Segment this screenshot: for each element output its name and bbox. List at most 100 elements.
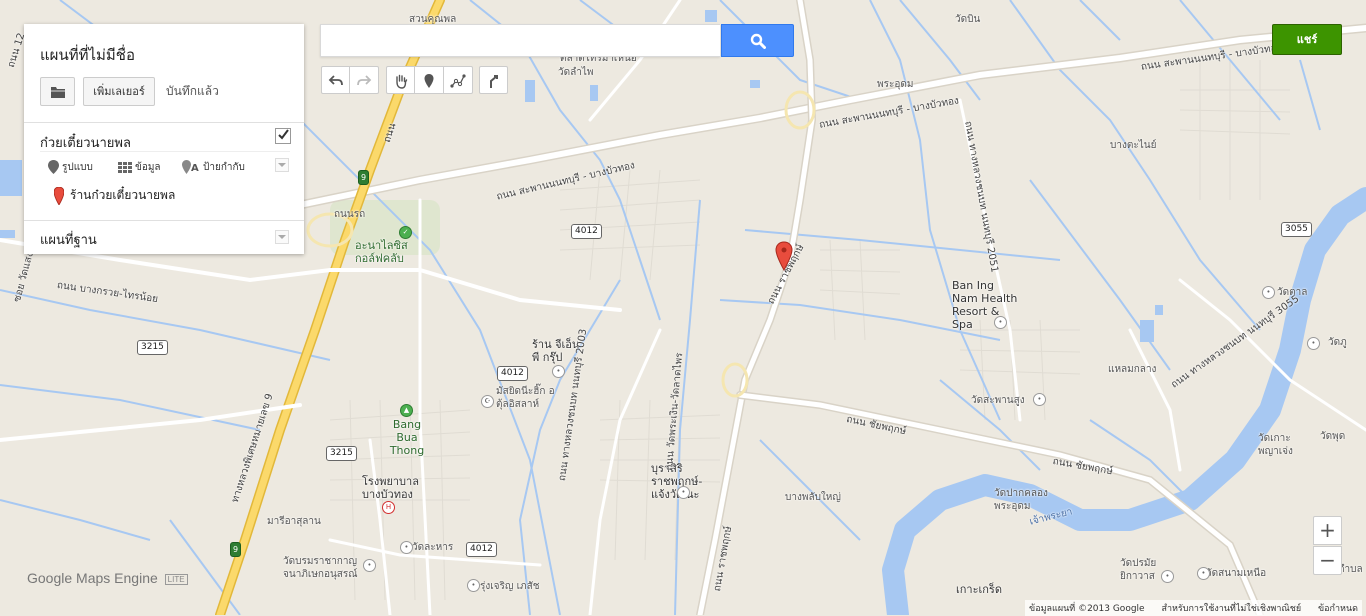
- noncommercial-link[interactable]: สำหรับการใช้งานที่ไม่ใช่เชิงพาณิชย์: [1161, 604, 1301, 614]
- label-wat-bor: วัดบรมราชากาญ จนาภิเษกอนุสรณ์: [283, 556, 358, 580]
- search-button[interactable]: [721, 24, 794, 57]
- add-layer-button[interactable]: เพิ่มเลเยอร์: [83, 77, 155, 106]
- attribution-bar: ข้อมูลแผนที่ ©2013 Google สำหรับการใช้งา…: [1025, 600, 1362, 616]
- label-wat-bin: วัดบิน: [955, 14, 981, 25]
- product-name: Maps Engine: [76, 570, 158, 586]
- temple-poi-icon: •: [1033, 393, 1046, 406]
- label-khlong: แหลมกลาง: [1108, 364, 1157, 375]
- temple-poi-icon: •: [1307, 337, 1320, 350]
- label-bang-phlap: บางพลับใหญ่: [785, 492, 841, 503]
- undo-icon: [328, 75, 343, 86]
- label-bang-bua-thong: Bang Bua Thong: [389, 418, 425, 457]
- hand-icon: [396, 74, 408, 89]
- temple-poi-icon: •: [1262, 286, 1275, 299]
- label-ban-ing: Ban Ing Nam Health Resort & Spa: [952, 279, 1018, 331]
- label-bang-tanai: บางตะไนย์: [1110, 140, 1157, 151]
- label-alai-golf: อะนาไลซิส กอล์ฟคลับ: [355, 239, 408, 265]
- park-poi-icon: ▲: [400, 404, 413, 417]
- basemap-dropdown[interactable]: [275, 230, 289, 244]
- label-wat-lahan: วัดละหาร: [412, 542, 454, 553]
- shield-9-b: 9: [230, 542, 242, 557]
- location-marker-icon[interactable]: [775, 241, 793, 271]
- shield-3215-b: 3215: [326, 446, 357, 461]
- layer-visibility-checkbox[interactable]: [275, 128, 291, 144]
- label-rung-charoen: รุ่งเจริญ เภสัช: [480, 581, 540, 592]
- label-pin-icon: A: [182, 160, 199, 174]
- directions-button[interactable]: [479, 66, 508, 94]
- layer-divider: [40, 151, 290, 152]
- directions-icon: [490, 75, 498, 88]
- labels-label: ป้ายกำกับ: [203, 162, 245, 173]
- label-ko-kret: เกาะเกร็ด: [956, 583, 1002, 596]
- folder-icon: [51, 87, 65, 98]
- pan-tool-button[interactable]: [386, 66, 415, 94]
- label-wat-sanam: วัดสนามเหนือ: [1206, 568, 1267, 579]
- add-marker-button[interactable]: [415, 66, 444, 94]
- open-map-button[interactable]: [40, 77, 75, 106]
- search-input[interactable]: [320, 24, 720, 57]
- zoom-in-button[interactable]: +: [1313, 516, 1342, 545]
- basemap-label[interactable]: แผนที่ฐาน: [40, 229, 97, 250]
- label-thanon-krit: ถนนรถ: [334, 209, 366, 220]
- data-table-button[interactable]: ข้อมูล: [118, 160, 161, 175]
- share-button[interactable]: แชร์: [1272, 24, 1342, 55]
- style-pin-icon: [48, 160, 59, 174]
- map-title[interactable]: แผนที่ที่ไม่มีชื่อ: [40, 43, 135, 67]
- panel-divider: [24, 122, 304, 123]
- label-pak-khlong: วัดปากคลอง พระอุดม: [994, 488, 1048, 512]
- label-wat-phu: วัดภู: [1328, 337, 1347, 348]
- spa-poi-icon: •: [994, 316, 1007, 329]
- google-wordmark: Google: [27, 570, 73, 586]
- draw-line-button[interactable]: [444, 66, 473, 94]
- shield-3215-a: 3215: [137, 340, 168, 355]
- layers-panel: แผนที่ที่ไม่มีชื่อ เพิ่มเลเยอร์ บันทึกแล…: [24, 24, 304, 254]
- label-wat-saphan-sung: วัดสะพานสูง: [971, 395, 1025, 406]
- labels-button[interactable]: A ป้ายกำกับ: [182, 160, 245, 175]
- feature-label: ร้านก๋วยเตี๋ยวนายพล: [70, 188, 176, 202]
- shield-4012-b: 4012: [497, 366, 528, 381]
- red-pin-icon: [53, 186, 65, 206]
- marker-icon: [424, 74, 434, 88]
- layer-options-dropdown[interactable]: [275, 158, 289, 172]
- shield-9-a: 9: [358, 170, 370, 185]
- search-icon: [750, 33, 766, 49]
- data-label: ข้อมูล: [135, 162, 161, 173]
- temple-poi-icon: •: [363, 559, 376, 572]
- shield-3055: 3055: [1281, 222, 1312, 237]
- temple-poi-icon: •: [1197, 567, 1210, 580]
- label-pra-udom: พระอุดม: [877, 79, 914, 90]
- layer-name[interactable]: ก๋วยเตี๋ยวนายพล: [40, 132, 131, 153]
- shield-4012-c: 4012: [466, 542, 497, 557]
- svg-text:A: A: [191, 163, 199, 174]
- label-hospital: โรงพยาบาล บางบัวทอง: [362, 475, 419, 501]
- style-button[interactable]: รูปแบบ: [48, 160, 93, 175]
- shop-poi-icon: •: [552, 365, 565, 378]
- line-draw-icon: [450, 74, 466, 88]
- redo-button[interactable]: [350, 66, 379, 94]
- shield-4012-a: 4012: [571, 224, 602, 239]
- label-marisha: มารีอาสุลาน: [267, 516, 321, 527]
- saved-status: บันทึกแล้ว: [166, 84, 219, 98]
- label-wat-ko: วัดเกาะ พญาเจ่ง: [1258, 433, 1293, 457]
- temple-poi-icon: •: [1161, 570, 1174, 583]
- place-poi-icon: •: [677, 486, 690, 499]
- undo-button[interactable]: [321, 66, 350, 94]
- redo-icon: [357, 75, 372, 86]
- terms-link[interactable]: ข้อกำหนด: [1318, 604, 1358, 614]
- lite-badge: LITE: [164, 573, 188, 585]
- golf-poi-icon: ✓: [399, 226, 412, 239]
- label-wat-pramai: วัดปรมัย ยิกาวาส: [1120, 558, 1157, 582]
- feature-item[interactable]: ร้านก๋วยเตี๋ยวนายพล: [53, 186, 176, 206]
- hospital-poi-icon: H: [382, 501, 395, 514]
- table-icon: [118, 161, 132, 173]
- checkmark-icon: [278, 129, 289, 140]
- label-wat-phut: วัดพุด: [1320, 431, 1346, 442]
- label-masjid: มัสยิดนีะฮิ๊ก อตุ้ลอิสลาห์: [496, 386, 555, 410]
- temple-poi-icon: •: [400, 541, 413, 554]
- maps-engine-logo: Google Maps Engine LITE: [27, 570, 188, 586]
- panel-divider: [24, 220, 304, 221]
- mosque-poi-icon: ☪: [481, 395, 494, 408]
- style-label: รูปแบบ: [62, 162, 93, 173]
- pharmacy-poi-icon: •: [467, 579, 480, 592]
- zoom-out-button[interactable]: −: [1313, 546, 1342, 575]
